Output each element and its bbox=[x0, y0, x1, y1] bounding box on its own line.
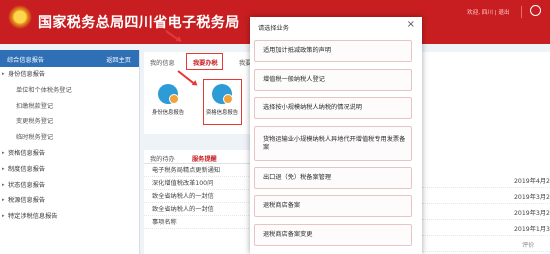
notice-date: 2019年3月26日 bbox=[514, 210, 550, 217]
business-select-dialog: 请选择业务 × 适用加计抵减政策的声明 增值税一般纳税人登记 选择按小规模纳税人… bbox=[250, 17, 422, 254]
date-row: 2019年3月26日 bbox=[422, 191, 550, 204]
option-refund-store-change[interactable]: 退税商店备案变更 bbox=[254, 224, 412, 246]
date-row: 2019年4月20日 bbox=[422, 175, 550, 188]
sidebar: 综合信息报告 返回主页 ▸ 身份信息报告 单位和个体税务登记 扣缴税款登记 变更税… bbox=[0, 50, 140, 254]
sidebar-item-change-registration[interactable]: 变更税务登记 bbox=[0, 114, 139, 130]
bullet-icon: ▸ bbox=[2, 71, 5, 77]
card-label: 资格信息报告 bbox=[205, 110, 239, 116]
card-identity-report[interactable]: 身份信息报告 bbox=[150, 80, 186, 122]
power-icon[interactable] bbox=[530, 5, 541, 16]
qualification-info-icon bbox=[212, 84, 233, 104]
sidebar-item-qualification[interactable]: ▸ 资格信息报告 bbox=[0, 146, 139, 162]
sidebar-item-unit-registration[interactable]: 单位和个体税务登记 bbox=[0, 83, 139, 99]
option-transport-invoice[interactable]: 货物运输业小规模纳税人异地代开增值税专用发票备案 bbox=[254, 126, 412, 161]
option-small-scale-statement[interactable]: 选择按小规模纳税人纳税的情况说明 bbox=[254, 97, 412, 119]
tab-reminders[interactable]: 服务提醒 bbox=[192, 154, 217, 163]
notice-date: 2019年1月31日 bbox=[514, 226, 550, 233]
tax-emblem-icon bbox=[7, 5, 33, 35]
bullet-icon: ▸ bbox=[2, 149, 5, 156]
notice-date: 2019年3月26日 bbox=[514, 194, 550, 201]
sidebar-item-identity[interactable]: ▸ 身份信息报告 bbox=[0, 67, 139, 83]
bullet-icon: ▸ bbox=[2, 181, 5, 188]
option-refund-store[interactable]: 退税商店备案 bbox=[254, 195, 412, 217]
header-row: 评价 bbox=[422, 239, 550, 252]
card-label: 身份信息报告 bbox=[151, 110, 185, 116]
back-home-link[interactable]: 返回主页 bbox=[106, 55, 131, 64]
dialog-title: 请选择业务 bbox=[258, 25, 289, 32]
tab-do-tax[interactable]: 我要办税 bbox=[193, 58, 218, 67]
notice-row[interactable]: 深化增值税改革100问 bbox=[144, 177, 265, 190]
tab-todo[interactable]: 我的待办 bbox=[150, 154, 175, 163]
bullet-icon: ▸ bbox=[2, 213, 5, 220]
notice-row[interactable]: 致全省纳税人的一封信 bbox=[144, 190, 265, 203]
date-row: 2019年3月26日 bbox=[422, 207, 550, 220]
column-header: 评价 bbox=[522, 242, 535, 249]
notice-date: 2019年4月20日 bbox=[514, 178, 550, 185]
notice-row[interactable]: 致全省纳税人的一封信 bbox=[144, 203, 265, 216]
option-export-refund[interactable]: 出口退（免）税备案管理 bbox=[254, 167, 412, 189]
sidebar-header: 综合信息报告 返回主页 bbox=[0, 50, 139, 67]
tab-my-info[interactable]: 我的信息 bbox=[150, 58, 175, 67]
sidebar-item-status[interactable]: ▸ 状态信息报告 bbox=[0, 178, 139, 194]
notice-row[interactable]: 电子税务局精点更新通知 bbox=[144, 164, 265, 177]
notice-tabs: 我的待办 服务提醒 bbox=[144, 150, 265, 164]
bullet-icon: ▸ bbox=[2, 165, 5, 172]
header-divider bbox=[521, 6, 522, 18]
site-title: 国家税务总局四川省电子税务局 bbox=[38, 15, 240, 31]
person-info-icon bbox=[158, 84, 179, 104]
sidebar-item-system[interactable]: ▸ 制度信息报告 bbox=[0, 162, 139, 178]
notice-panel: 我的待办 服务提醒 电子税务局精点更新通知 深化增值税改革100问 致全省纳税人… bbox=[144, 150, 265, 254]
sidebar-item-tax-source[interactable]: ▸ 税源信息报告 bbox=[0, 193, 139, 209]
sidebar-item-specific[interactable]: ▸ 特定涉税信息报告 bbox=[0, 209, 139, 225]
option-general-taxpayer[interactable]: 增值税一般纳税人登记 bbox=[254, 69, 412, 91]
sidebar-item-temporary-registration[interactable]: 临时税务登记 bbox=[0, 130, 139, 146]
sidebar-item-withholding[interactable]: 扣缴税款登记 bbox=[0, 99, 139, 115]
user-info[interactable]: 欢迎, 四川 | 退出 bbox=[467, 8, 510, 16]
main-tabs-panel: 我的信息 我要办税 我要 身份信息报告 资格信息报告 bbox=[144, 52, 265, 134]
notice-row: 事项名称 bbox=[144, 216, 265, 229]
card-qualification-report[interactable]: 资格信息报告 bbox=[204, 80, 240, 122]
date-row: 2019年1月31日 bbox=[422, 223, 550, 236]
option-deduction-statement[interactable]: 适用加计抵减政策的声明 bbox=[254, 40, 412, 62]
right-panel: 2019年4月20日 2019年3月26日 2019年3月26日 2019年1月… bbox=[422, 52, 550, 254]
sidebar-title: 综合信息报告 bbox=[7, 57, 45, 64]
close-icon[interactable]: × bbox=[407, 20, 415, 30]
bullet-icon: ▸ bbox=[2, 197, 5, 204]
